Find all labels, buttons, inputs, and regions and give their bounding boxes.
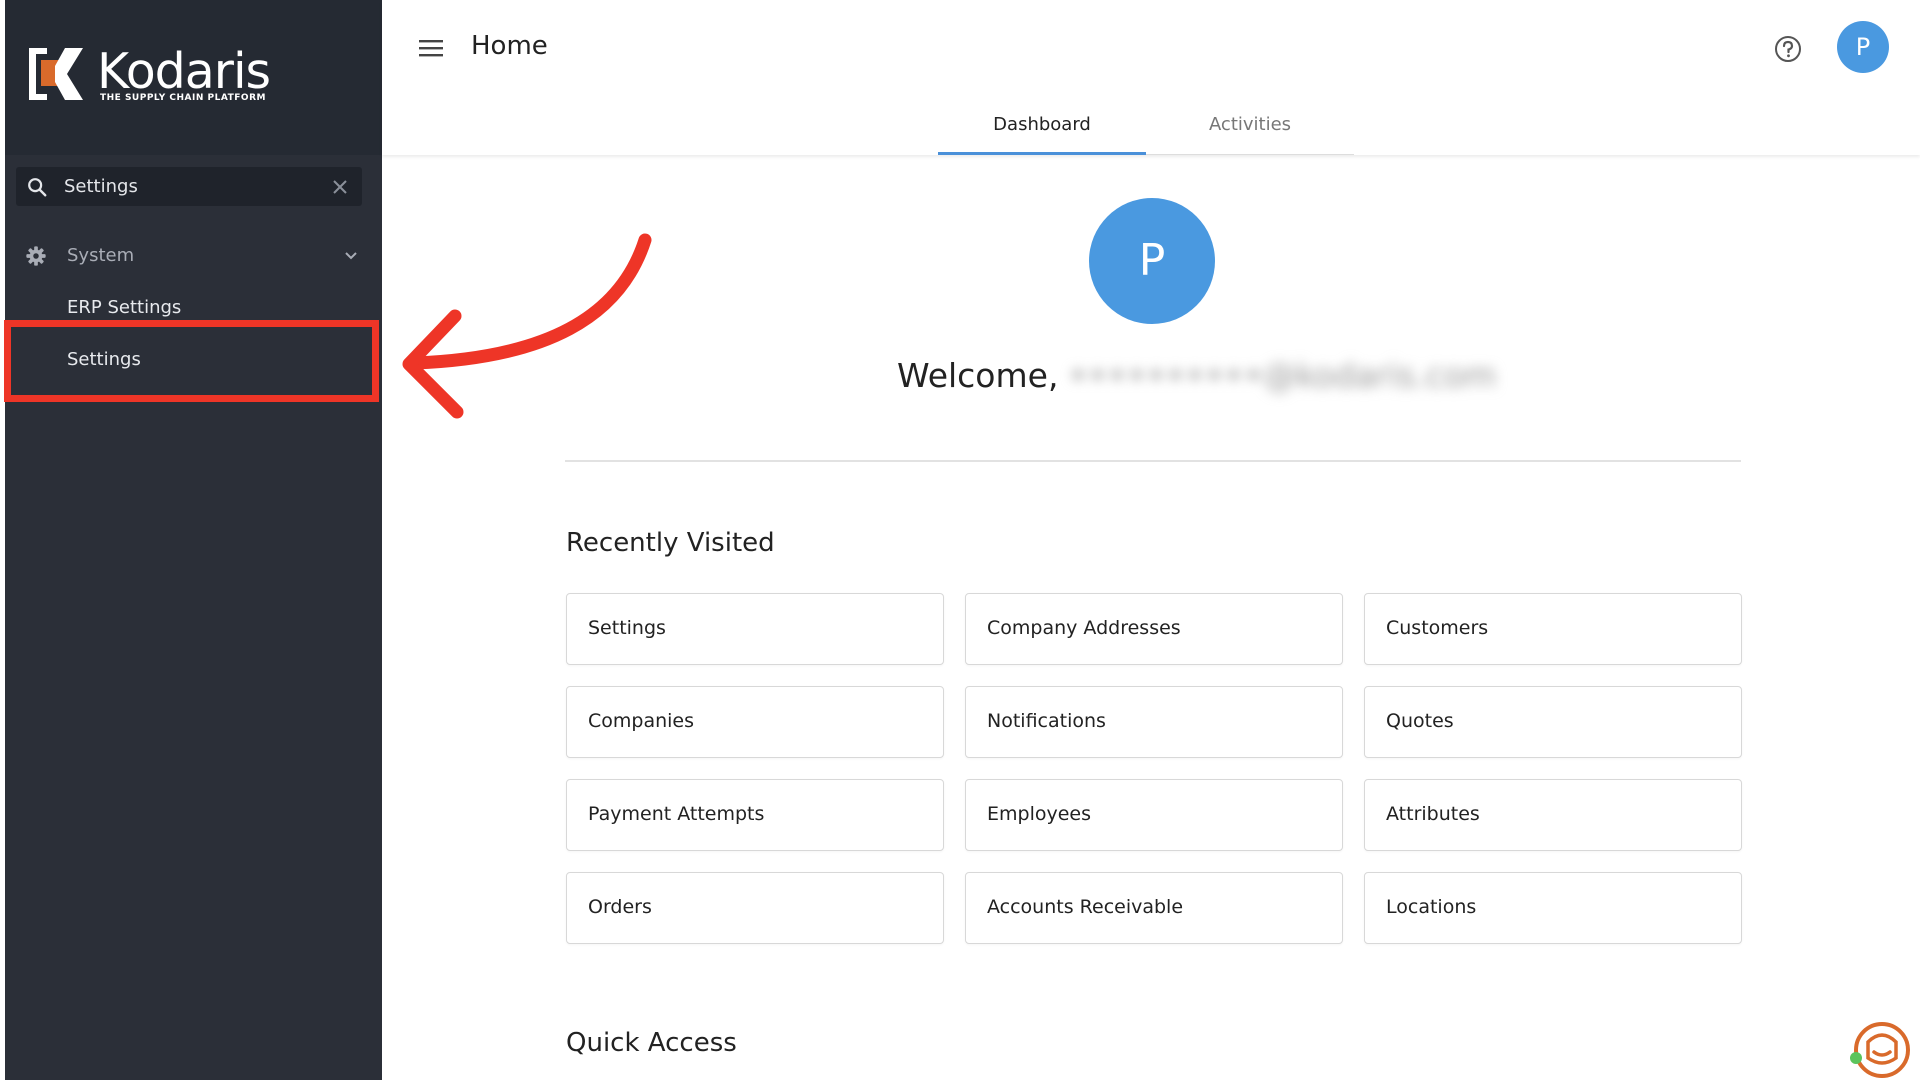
tab-activities[interactable]: Activities	[1146, 106, 1354, 155]
welcome-message: Welcome, ••••••••••@kodaris.com	[897, 356, 1496, 395]
recent-card-accounts-receivable[interactable]: Accounts Receivable	[965, 872, 1343, 944]
card-label: Payment Attempts	[588, 803, 765, 825]
hamburger-menu-icon[interactable]	[417, 36, 445, 60]
card-label: Accounts Receivable	[987, 896, 1184, 918]
recent-card-customers[interactable]: Customers	[1364, 593, 1742, 665]
help-icon[interactable]	[1773, 34, 1803, 64]
sidebar-search	[16, 167, 362, 206]
search-icon	[28, 178, 47, 197]
card-label: Quotes	[1386, 710, 1454, 732]
welcome-prefix: Welcome,	[897, 356, 1059, 395]
tab-label: Dashboard	[993, 114, 1091, 135]
card-label: Notifications	[987, 710, 1106, 732]
sidebar-group-system[interactable]: System	[5, 236, 382, 276]
sidebar: Kodaris THE SUPPLY CHAIN PLATFORM Settin…	[5, 0, 382, 1080]
recent-card-payment-attempts[interactable]: Payment Attempts	[566, 779, 944, 851]
online-status-dot	[1850, 1052, 1862, 1064]
recent-card-company-addresses[interactable]: Company Addresses	[965, 593, 1343, 665]
logo-area: Kodaris THE SUPPLY CHAIN PLATFORM	[5, 0, 382, 155]
search-input[interactable]	[64, 167, 314, 206]
annotation-arrow-icon	[402, 233, 652, 419]
chevron-down-icon	[345, 252, 357, 260]
recent-card-attributes[interactable]: Attributes	[1364, 779, 1742, 851]
recent-card-quotes[interactable]: Quotes	[1364, 686, 1742, 758]
gear-icon	[26, 246, 46, 266]
profile-avatar: P	[1089, 198, 1215, 324]
card-label: Company Addresses	[987, 617, 1181, 639]
card-label: Attributes	[1386, 803, 1480, 825]
close-icon[interactable]	[330, 177, 350, 197]
tab-dashboard[interactable]: Dashboard	[938, 106, 1146, 155]
card-label: Customers	[1386, 617, 1489, 639]
card-label: Settings	[588, 617, 666, 639]
brand-name: Kodaris	[97, 43, 271, 100]
top-header: Home P Dashboard Activities	[382, 0, 1920, 155]
card-label: Employees	[987, 803, 1091, 825]
recent-card-employees[interactable]: Employees	[965, 779, 1343, 851]
divider	[565, 460, 1741, 462]
recent-card-locations[interactable]: Locations	[1364, 872, 1742, 944]
page-title: Home	[471, 31, 548, 61]
user-avatar[interactable]: P	[1837, 21, 1889, 73]
card-label: Companies	[588, 710, 695, 732]
recent-card-companies[interactable]: Companies	[566, 686, 944, 758]
recently-visited-heading: Recently Visited	[566, 528, 775, 558]
brand-tagline: THE SUPPLY CHAIN PLATFORM	[100, 93, 266, 103]
recent-card-notifications[interactable]: Notifications	[965, 686, 1343, 758]
recent-card-orders[interactable]: Orders	[566, 872, 944, 944]
welcome-user-email: ••••••••••@kodaris.com	[1068, 356, 1497, 395]
card-label: Locations	[1386, 896, 1477, 918]
recent-card-settings[interactable]: Settings	[566, 593, 944, 665]
card-label: Orders	[588, 896, 652, 918]
quick-access-heading: Quick Access	[566, 1028, 737, 1058]
sidebar-item-label: ERP Settings	[67, 297, 182, 318]
annotation-highlight-box	[4, 320, 379, 402]
kodaris-logo-icon	[29, 48, 83, 100]
sidebar-group-label: System	[67, 245, 135, 266]
tab-label: Activities	[1208, 114, 1292, 135]
chat-support-icon[interactable]	[1848, 1018, 1910, 1080]
